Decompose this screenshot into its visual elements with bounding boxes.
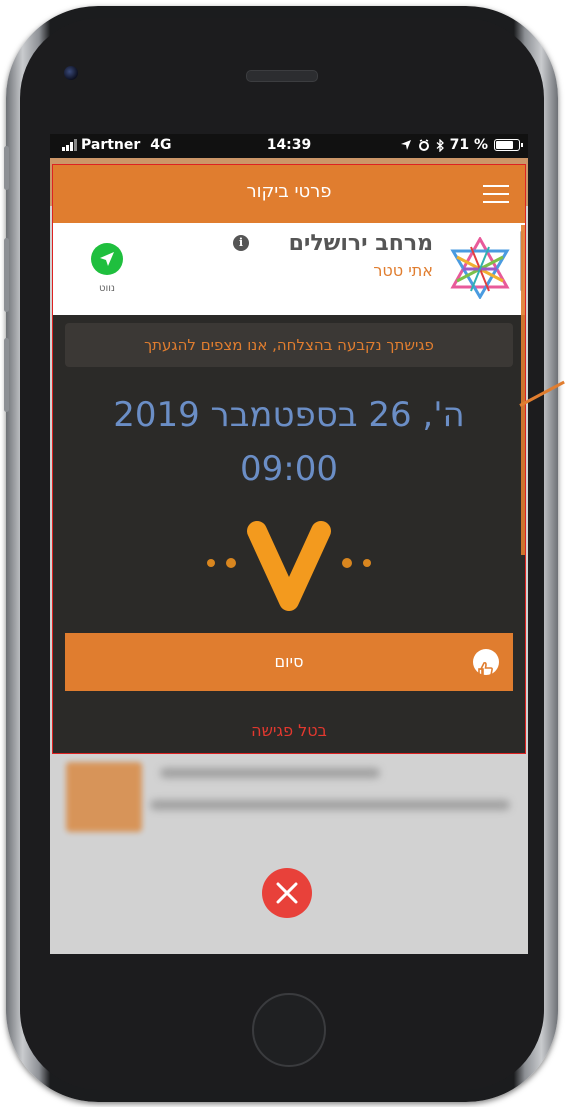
- navigate-arrow-icon: [100, 252, 114, 266]
- bluetooth-icon: [436, 138, 444, 152]
- close-x-icon: [276, 882, 298, 904]
- modal-title: פרטי ביקור: [246, 181, 332, 202]
- navigate-button[interactable]: [91, 243, 123, 275]
- status-bar: Partner 4G 14:39 71 %: [50, 134, 528, 158]
- modal-header: פרטי ביקור: [53, 165, 525, 223]
- cancel-meeting-link[interactable]: בטל פגישה: [53, 721, 525, 740]
- status-right: 71 %: [400, 137, 523, 153]
- front-camera: [64, 66, 78, 80]
- volume-down-button: [4, 338, 9, 412]
- home-button[interactable]: [252, 993, 326, 1067]
- organization-name: מרחב ירושלים: [288, 231, 433, 256]
- side-switch: [4, 146, 9, 190]
- earpiece-speaker: [246, 70, 318, 82]
- phone-screen: Partner 4G 14:39 71 % פרטי ביקור מרחב יר…: [50, 134, 528, 954]
- organization-logo-icon: [450, 237, 510, 299]
- meeting-time: 09:00: [240, 449, 338, 489]
- navigate-label: נווט: [99, 283, 115, 294]
- background-text: [160, 768, 380, 778]
- battery-icon: [494, 139, 523, 151]
- volume-up-button: [4, 238, 9, 312]
- location-arrow-icon: [400, 140, 411, 150]
- meeting-date: ה', 26 בספטמבר 2019: [113, 395, 465, 435]
- background-text: [150, 800, 510, 810]
- info-icon[interactable]: i: [233, 235, 249, 251]
- battery-percent: 71 %: [449, 137, 488, 153]
- alarm-icon: [418, 139, 429, 151]
- organization-card: מרחב ירושלים i אתי טטר נווט: [53, 223, 525, 315]
- thumbs-up-icon: [473, 649, 499, 678]
- finish-button[interactable]: סיום: [65, 633, 513, 691]
- visit-details-modal: פרטי ביקור מרחב ירושלים i אתי טטר נווט פ…: [52, 164, 526, 754]
- success-message: פגישתך נקבעה בהצלחה, אנו מצפים להגעתך: [65, 323, 513, 367]
- finish-label: סיום: [274, 652, 304, 671]
- modal-scroll-indicator: [521, 225, 525, 555]
- close-button[interactable]: [262, 868, 312, 918]
- background-tile: [66, 762, 142, 832]
- hamburger-menu-icon[interactable]: [483, 185, 509, 203]
- contact-name: אתי טטר: [373, 261, 433, 280]
- checkmark-v-icon: [207, 521, 371, 611]
